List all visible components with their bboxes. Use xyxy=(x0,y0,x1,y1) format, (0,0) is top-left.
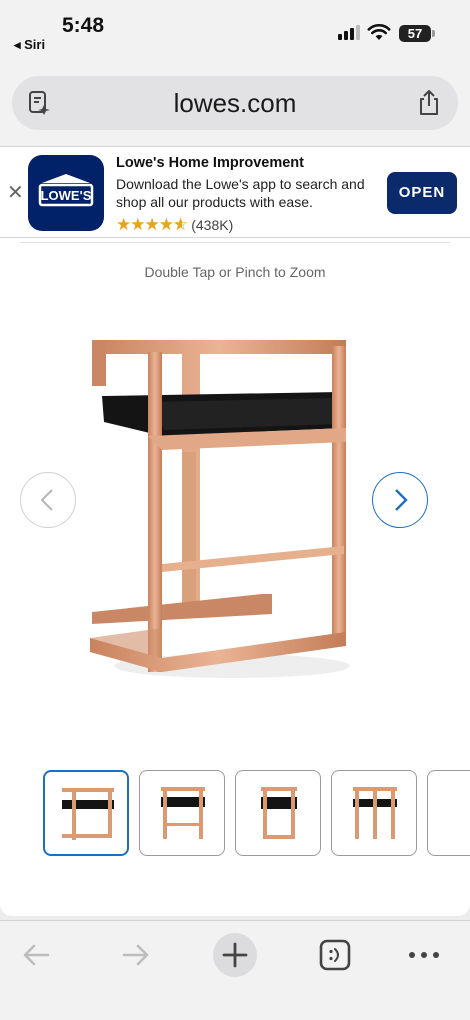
thumbnail-1[interactable] xyxy=(43,770,129,856)
browser-toolbar xyxy=(0,920,470,1020)
thumbnail-4[interactable] xyxy=(331,770,417,856)
status-bar: 5:48 ◂ Siri 57 xyxy=(0,0,470,62)
chevron-left-icon xyxy=(40,489,53,511)
product-gallery: Double Tap or Pinch to Zoom xyxy=(0,238,470,916)
more-icon xyxy=(409,952,439,958)
thumbnail-3[interactable] xyxy=(235,770,321,856)
app-name: Lowe's Home Improvement xyxy=(116,155,304,171)
thumbnail-strip[interactable] xyxy=(43,770,470,856)
app-rating: ★★★★★☆ (438K) xyxy=(116,215,233,235)
forward-arrow-icon xyxy=(122,944,149,966)
app-install-banner: ✕ LOWE'S Lowe's Home Improvement Downloa… xyxy=(0,146,470,238)
app-icon-text: LOWE'S xyxy=(41,188,92,203)
browser-header: lowes.com xyxy=(0,62,470,146)
app-description: Download the Lowe's app to search and sh… xyxy=(116,176,365,210)
tabs-icon xyxy=(319,939,351,971)
stool-front-thumbnail xyxy=(161,787,205,839)
divider xyxy=(20,242,450,243)
back-arrow-icon xyxy=(23,944,50,966)
next-image-button[interactable] xyxy=(372,472,428,528)
close-banner-icon[interactable]: ✕ xyxy=(7,183,24,203)
url-text[interactable]: lowes.com xyxy=(12,88,458,119)
new-tab-button[interactable] xyxy=(213,933,257,977)
clock: 5:48 xyxy=(62,14,105,37)
zoom-hint: Double Tap or Pinch to Zoom xyxy=(144,264,326,280)
more-menu-button[interactable] xyxy=(402,933,446,977)
stool-back-thumbnail xyxy=(353,787,397,839)
previous-image-button[interactable] xyxy=(20,472,76,528)
tab-switcher-button[interactable] xyxy=(313,933,357,977)
open-app-button[interactable]: OPEN xyxy=(387,172,457,214)
rating-count: (438K) xyxy=(191,217,234,233)
forward-button[interactable] xyxy=(114,933,158,977)
stool-side-thumbnail xyxy=(261,787,297,839)
wifi-icon xyxy=(367,23,391,40)
product-image[interactable] xyxy=(82,332,358,688)
address-bar[interactable]: lowes.com xyxy=(12,76,458,130)
cellular-signal-icon xyxy=(338,24,360,40)
stool-angle-thumbnail xyxy=(62,788,114,840)
back-button[interactable] xyxy=(16,933,60,977)
share-icon[interactable] xyxy=(416,89,442,117)
battery-indicator: 57 xyxy=(399,25,435,42)
plus-icon xyxy=(222,942,248,968)
chevron-right-icon xyxy=(395,489,408,511)
thumbnail-5[interactable] xyxy=(427,770,470,856)
lowes-app-icon: LOWE'S xyxy=(28,155,104,231)
back-to-siri[interactable]: ◂ Siri xyxy=(14,37,45,53)
thumbnail-2[interactable] xyxy=(139,770,225,856)
rating-stars-icon: ★★★★★☆ xyxy=(116,215,188,234)
